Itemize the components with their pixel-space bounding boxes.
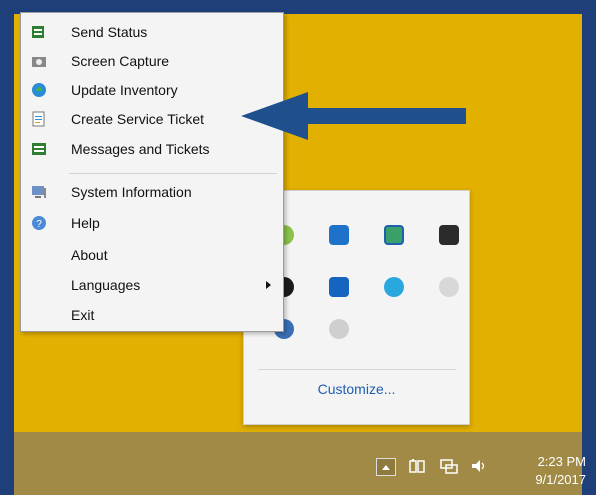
app-window-icon[interactable] (384, 225, 404, 245)
menu-item-system-information[interactable]: System Information (21, 178, 283, 206)
menu-label-system-information: System Information (71, 184, 192, 200)
menu-label-screen-capture: Screen Capture (71, 53, 170, 69)
customize-link[interactable]: Customize... (244, 381, 469, 397)
context-menu: Send Status Screen Capture Update Invent… (20, 12, 284, 332)
camera-icon (31, 53, 47, 69)
svg-text:?: ? (36, 219, 42, 230)
annotation-arrow (241, 92, 466, 140)
chevron-up-icon (382, 465, 390, 470)
menu-label-send-status: Send Status (71, 24, 148, 40)
menu-item-exit[interactable]: Exit (21, 301, 283, 329)
menu-item-languages[interactable]: Languages (21, 271, 283, 299)
outlook-icon[interactable] (329, 277, 349, 297)
menu-item-help[interactable]: ? Help (21, 209, 283, 237)
menu-item-screen-capture[interactable]: Screen Capture (21, 47, 283, 75)
document-ticket-icon (31, 111, 47, 127)
menu-item-about[interactable]: About (21, 241, 283, 269)
popup-divider (258, 369, 456, 370)
show-hidden-icons-button[interactable] (376, 458, 396, 476)
menu-label-languages: Languages (71, 277, 141, 293)
menu-item-send-status[interactable]: Send Status (21, 18, 283, 46)
teamviewer-icon[interactable] (329, 225, 349, 245)
messages-icon (31, 141, 47, 157)
menu-label-about: About (71, 247, 108, 263)
volume-tray-icon[interactable] (470, 458, 488, 474)
menu-label-update-inventory: Update Inventory (71, 82, 178, 98)
taskbar (14, 432, 582, 495)
globe-update-icon (31, 82, 47, 98)
menu-label-help: Help (71, 215, 100, 231)
menu-label-create-service-ticket: Create Service Ticket (71, 111, 205, 127)
taskbar-date[interactable]: 9/1/2017 (535, 472, 586, 487)
menu-separator (69, 173, 277, 174)
network-tray-icon[interactable] (440, 458, 458, 474)
computer-icon (31, 184, 47, 200)
menu-label-exit: Exit (71, 307, 95, 323)
help-icon: ? (31, 215, 47, 231)
send-status-icon (31, 24, 47, 40)
submenu-arrow-icon (266, 281, 271, 289)
nvidia-icon[interactable] (439, 225, 459, 245)
link-icon[interactable] (439, 277, 459, 297)
battery-tray-icon[interactable] (408, 458, 426, 474)
recycle-app-icon[interactable] (329, 319, 349, 339)
taskbar-time[interactable]: 2:23 PM (538, 454, 586, 469)
skype-icon[interactable] (384, 277, 404, 297)
menu-label-messages-and-tickets: Messages and Tickets (71, 141, 210, 157)
